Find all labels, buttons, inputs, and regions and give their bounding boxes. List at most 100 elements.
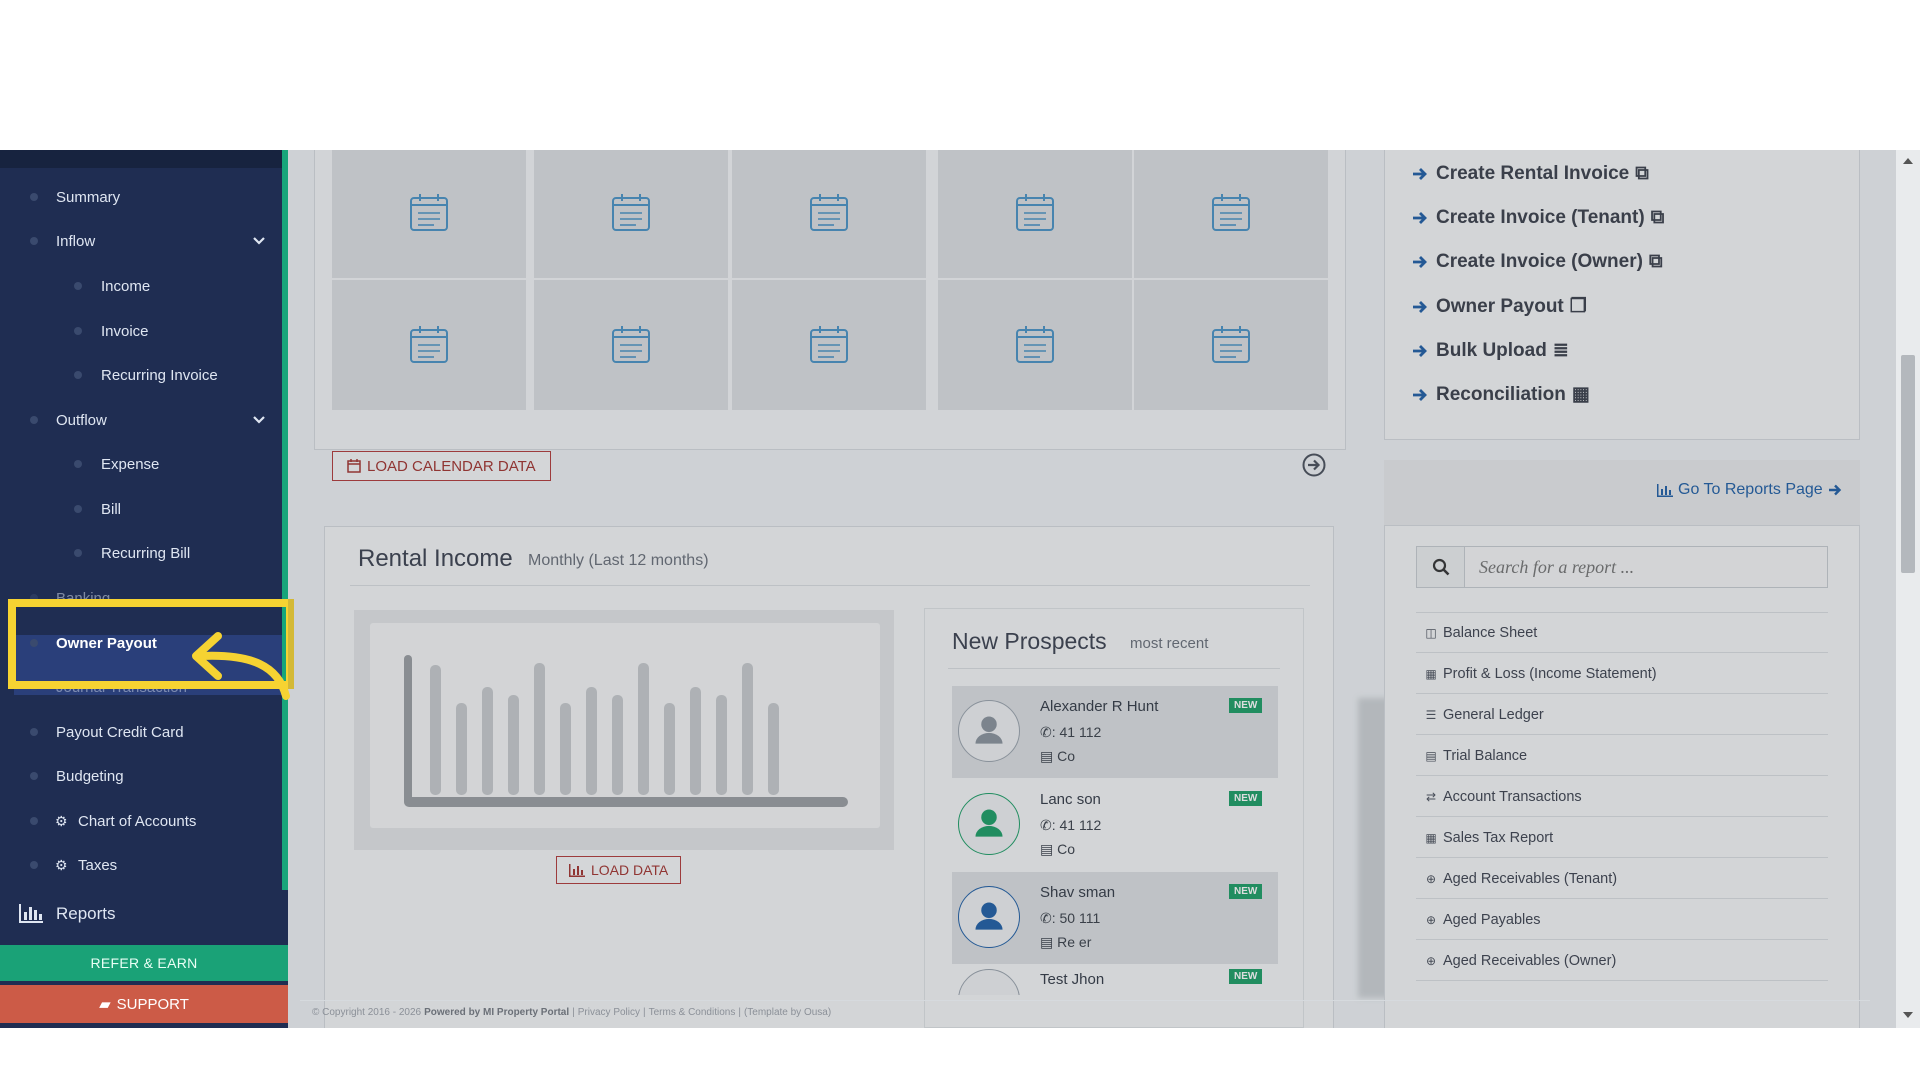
report-link-label: Trial Balance [1443,747,1528,764]
prospect-phone-text: : 41 112 [1051,724,1102,740]
bullet-icon [30,861,38,869]
quick-link-create-invoice-owner[interactable]: Create Invoice (Owner) ⧉ [1412,251,1663,273]
sidebar-item-payout-credit-card[interactable]: Payout Credit Card [0,717,282,747]
go-to-reports-link[interactable]: Go To Reports Page [1652,481,1847,499]
calendar-placeholder-icon [612,194,650,231]
bullet-icon [30,772,38,780]
rental-income-subtitle: Monthly (Last 12 months) [528,552,709,569]
avatar [958,700,1020,762]
sidebar-item-budgeting[interactable]: Budgeting [0,761,282,791]
bullet-icon [74,460,82,468]
report-link[interactable]: ☰ General Ledger [1416,695,1828,735]
bar-chart-icon [569,863,585,877]
report-link[interactable]: ⊕ Aged Payables [1416,900,1828,940]
footer-terms-link[interactable]: Terms & Conditions [649,1007,736,1018]
report-link[interactable]: ▦ Sales Tax Report [1416,818,1828,858]
load-calendar-label: LOAD CALENDAR DATA [367,457,536,475]
sidebar-item-inflow[interactable]: Inflow [0,226,282,256]
sidebar-item-outflow[interactable]: Outflow [0,405,282,435]
prospect-phone: ✆: 50 111 [1040,910,1100,927]
quick-link-bulk-upload[interactable]: Bulk Upload ≣ [1412,339,1569,362]
sidebar-reports[interactable]: Reports [18,904,116,924]
user-icon [975,809,1003,837]
calendar-placeholder-icon [1212,326,1250,363]
bullet-icon [30,728,38,736]
prospect-row[interactable]: Lanc son NEW ✆: 41 112 ▤ Co [952,779,1278,871]
sidebar-item-expense[interactable]: Expense [0,449,282,479]
footer: © Copyright 2016 - 2026 Powered by MI Pr… [300,1000,1870,1024]
report-link[interactable]: ▤ Trial Balance [1416,736,1828,776]
report-link[interactable]: ▦ Profit & Loss (Income Statement) [1416,654,1828,694]
avatar [958,969,1020,995]
tutorial-arrow-icon [192,632,290,700]
load-data-button[interactable]: LOAD DATA [556,856,682,884]
search-icon [1432,558,1449,576]
quick-link-create-rental-invoice[interactable]: Create Rental Invoice ⧉ [1412,163,1649,185]
support-button[interactable]: ▰ SUPPORT [0,985,288,1023]
prospect-row[interactable]: Alexander R Hunt NEW ✆: 41 112 ▤ Co [952,686,1278,778]
scroll-up-arrow-icon[interactable] [1903,158,1913,164]
sidebar-item-label: Expense [101,455,160,473]
sidebar-item-chart-of-accounts[interactable]: ⚙ Chart of Accounts [0,806,282,836]
exchange-icon: ⇄ [1425,789,1437,804]
sidebar-item-bill[interactable]: Bill [0,494,282,524]
sidebar-item-label: Summary [56,188,121,206]
sidebar-item-label: Chart of Accounts [78,812,197,830]
quick-link-create-invoice-tenant[interactable]: Create Invoice (Tenant) ⧉ [1412,207,1664,229]
user-icon [975,716,1003,744]
building-icon: ▤ [1040,841,1058,857]
report-link[interactable]: ◫ Balance Sheet [1416,613,1828,653]
calculator-icon: ▦ [1425,830,1437,845]
new-badge: NEW [1229,791,1263,806]
load-calendar-button[interactable]: LOAD CALENDAR DATA [332,451,551,481]
report-link-label: Sales Tax Report [1443,829,1554,846]
sidebar-top-bar [0,150,288,168]
search-button[interactable] [1417,547,1465,587]
sidebar-item-recurring-invoice[interactable]: Recurring Invoice [0,360,282,390]
bullet-icon [74,371,82,379]
quick-link-owner-payout[interactable]: Owner Payout ❐ [1412,295,1587,318]
report-link-label: Profit & Loss (Income Statement) [1443,665,1657,682]
sidebar-reports-label: Reports [56,904,116,923]
sidebar-item-recurring-bill[interactable]: Recurring Bill [0,538,282,568]
footer-template-credit: (Template by Ousa) [743,1007,832,1018]
arrow-right-icon [1828,484,1841,496]
bullet-icon [74,282,82,290]
sidebar-item-income[interactable]: Income [0,271,282,301]
sidebar-item-label: Taxes [78,856,118,874]
new-prospects-title: New Prospects [952,628,1107,654]
prospect-company: ▤ Co [1040,748,1075,765]
report-search [1416,546,1828,588]
scroll-down-arrow-icon[interactable] [1903,1012,1913,1018]
sidebar-item-taxes[interactable]: ⚙ Taxes [0,850,282,880]
prospect-company-text: Co [1057,748,1076,764]
phone-icon: ✆ [1040,910,1052,926]
new-prospects-subtitle: most recent [1130,635,1209,652]
database-icon: ≣ [1552,340,1569,361]
arrow-circle-right-icon[interactable] [1302,453,1326,477]
prospect-row[interactable]: Shav sman NEW ✆: 50 111 ▤ Re er [952,872,1278,964]
prospect-company: ▤ Co [1040,841,1075,858]
footer-separator: | [738,1007,741,1018]
prospect-row[interactable]: Test Jhon NEW [952,965,1278,995]
load-data-label: LOAD DATA [591,862,669,878]
scroll-thumb[interactable] [1901,355,1915,573]
refer-earn-button[interactable]: REFER & EARN [0,945,288,981]
report-link-label: Aged Receivables (Owner) [1443,952,1617,969]
page-scrollbar[interactable] [1896,150,1920,1028]
bullet-icon [30,817,38,825]
search-input[interactable] [1465,547,1827,587]
footer-powered-link[interactable]: Powered by MI Property Portal [424,1007,569,1018]
sidebar-item-invoice[interactable]: Invoice [0,316,282,346]
copy-icon: ⧉ [1635,163,1649,184]
report-link[interactable]: ⊕ Aged Receivables (Tenant) [1416,859,1828,899]
calendar-placeholder-icon [1016,194,1054,231]
calculator-icon: ▦ [1571,384,1590,405]
report-link[interactable]: ⇄ Account Transactions [1416,777,1828,817]
report-link[interactable]: ⊕ Aged Receivables (Owner) [1416,941,1828,981]
footer-privacy-link[interactable]: Privacy Policy [578,1007,640,1018]
quick-link-reconciliation[interactable]: Reconciliation ▦ [1412,383,1590,406]
sidebar-item-label: Invoice [101,322,149,340]
phone-icon: ✆ [1040,724,1052,740]
sidebar-item-summary[interactable]: Summary [0,182,282,212]
